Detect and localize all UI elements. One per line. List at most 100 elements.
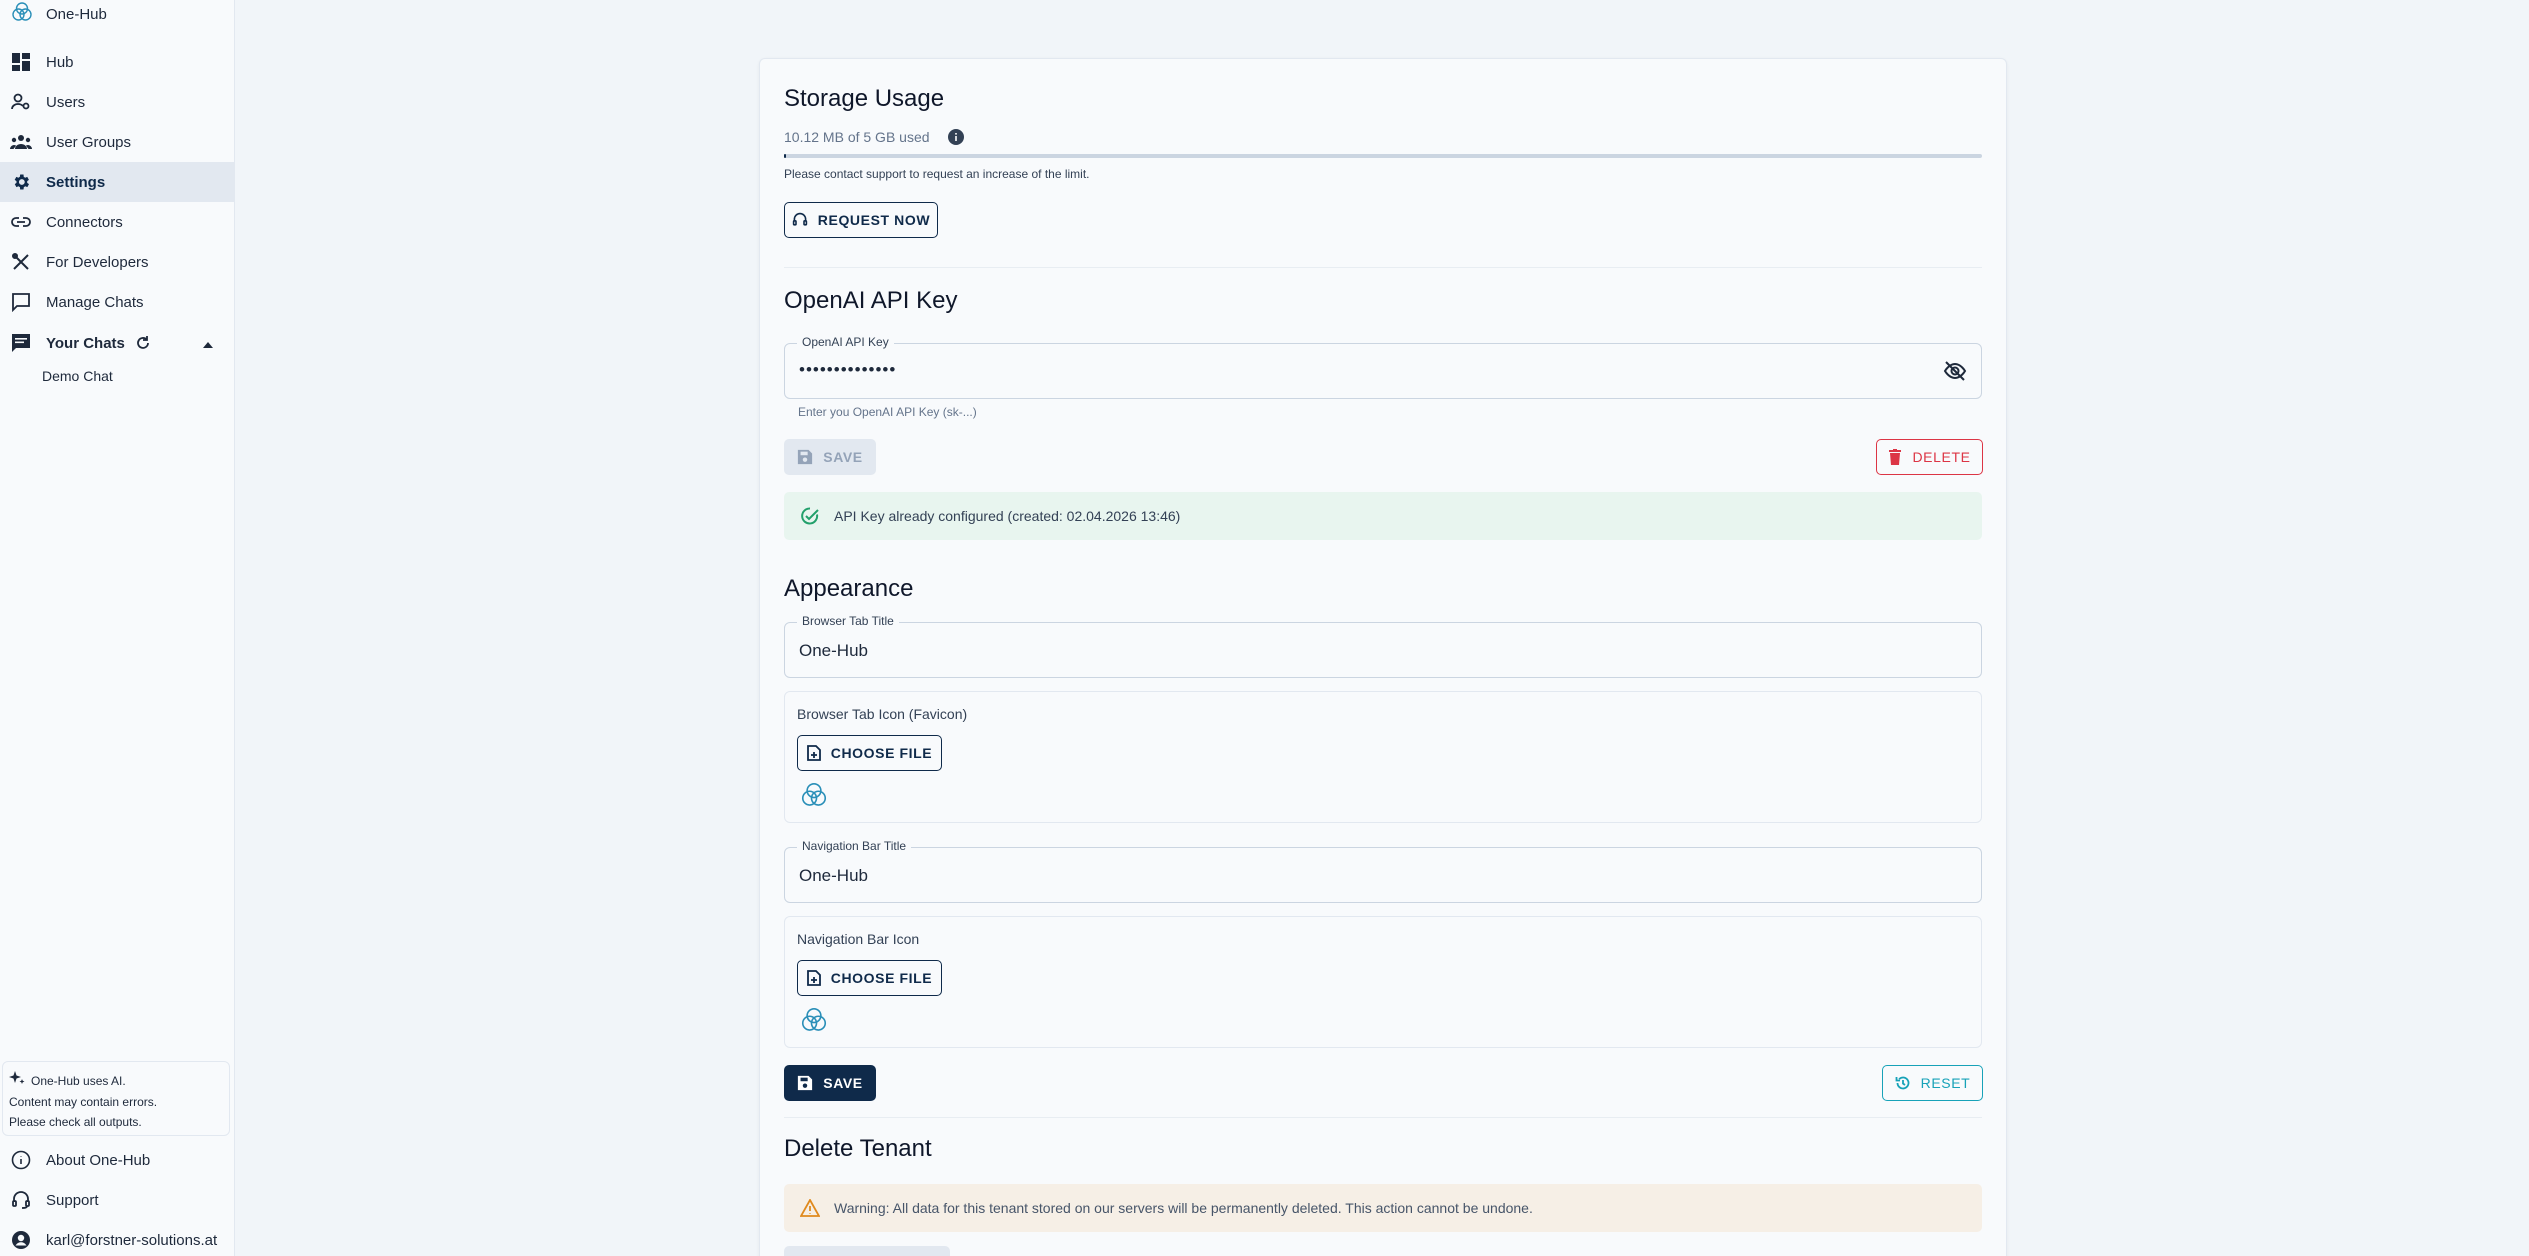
sidebar-item-label: Settings [46, 173, 106, 191]
ai-note-line3: Please check all outputs. [9, 1115, 142, 1129]
api-key-status-text: API Key already configured (created: 02.… [834, 508, 1181, 524]
brand[interactable]: One-Hub [0, 0, 234, 28]
sidebar-item-user-groups[interactable]: User Groups [0, 122, 234, 162]
divider [784, 1117, 1982, 1118]
favicon-upload: Browser Tab Icon (Favicon) CHOOSE FILE [784, 691, 1982, 823]
info-icon [10, 1149, 32, 1171]
history-icon [1895, 1076, 1910, 1090]
choose-file-label: CHOOSE FILE [830, 970, 933, 986]
sidebar-item-about[interactable]: About One-Hub [0, 1140, 234, 1180]
chat-list-item[interactable]: Demo Chat [42, 368, 113, 384]
sidebar-item-hub[interactable]: Hub [0, 42, 234, 82]
delete-key-button[interactable]: DELETE [1876, 439, 1983, 475]
sidebar-item-support[interactable]: Support [0, 1180, 234, 1220]
brand-title: One-Hub [46, 5, 107, 23]
favicon-preview-icon [799, 780, 829, 815]
sidebar-item-label: Connectors [46, 213, 123, 231]
storage-progress-fill [784, 154, 787, 158]
storage-note: Please contact support to request an inc… [784, 167, 1090, 181]
one-hub-logo-icon [10, 0, 34, 29]
openai-key-helper: Enter you OpenAI API Key (sk-...) [798, 405, 977, 419]
nav-icon-preview-icon [799, 1005, 829, 1040]
openai-key-label: OpenAI API Key [797, 335, 894, 349]
headset-icon [10, 1189, 32, 1211]
openai-key-value: •••••••••••••• [799, 360, 897, 379]
account-circle-icon [10, 1229, 32, 1251]
delete-key-label: DELETE [1912, 449, 1971, 465]
nav-icon-upload: Navigation Bar Icon CHOOSE FILE [784, 916, 1982, 1048]
favicon-label: Browser Tab Icon (Favicon) [797, 706, 968, 722]
reset-appearance-button[interactable]: RESET [1882, 1065, 1983, 1101]
sidebar-item-users[interactable]: Users [0, 82, 234, 122]
storage-title: Storage Usage [784, 85, 945, 112]
delete-tenant-button[interactable] [784, 1246, 950, 1256]
save-appearance-label: SAVE [823, 1075, 863, 1091]
gear-icon [10, 171, 32, 193]
sidebar-item-account[interactable]: karl@forstner-solutions.at [0, 1220, 234, 1256]
nav-bar-title-field[interactable]: Navigation Bar Title One-Hub [784, 839, 1982, 903]
chevron-up-icon[interactable] [202, 336, 214, 354]
sidebar: One-Hub Hub Users User Groups Settings C… [0, 0, 235, 1256]
choose-file-label: CHOOSE FILE [830, 745, 933, 761]
request-now-button[interactable]: REQUEST NOW [784, 202, 938, 238]
save-key-label: SAVE [823, 449, 863, 465]
groups-icon [10, 131, 32, 153]
headset-icon [792, 212, 807, 226]
storage-usage-text: 10.12 MB of 5 GB used [784, 129, 930, 145]
storage-progress-bar [784, 154, 1982, 158]
save-icon [798, 1075, 813, 1091]
link-icon [10, 211, 32, 233]
info-icon[interactable] [947, 129, 964, 145]
ai-note-line1: One-Hub uses AI. [31, 1074, 126, 1088]
warning-triangle-icon [800, 1199, 820, 1217]
sidebar-item-label: Manage Chats [46, 293, 144, 311]
settings-card: Storage Usage 10.12 MB of 5 GB used Plea… [759, 58, 2007, 1256]
choose-nav-icon-button[interactable]: CHOOSE FILE [797, 960, 942, 996]
sidebar-item-label: User Groups [46, 133, 132, 151]
sidebar-item-for-developers[interactable]: For Developers [0, 242, 234, 282]
save-icon [798, 449, 813, 465]
sidebar-item-label: About One-Hub [46, 1151, 151, 1169]
save-appearance-button[interactable]: SAVE [784, 1065, 876, 1101]
ai-disclaimer: One-Hub uses AI. Content may contain err… [2, 1061, 230, 1136]
file-icon [806, 745, 821, 761]
openai-title: OpenAI API Key [784, 287, 958, 314]
sparkle-icon [9, 1070, 25, 1092]
nav-icon-label: Navigation Bar Icon [797, 931, 920, 947]
browser-tab-title-value: One-Hub [799, 641, 868, 660]
your-chats-label: Your Chats [46, 334, 125, 352]
browser-tab-title-label: Browser Tab Title [797, 614, 899, 628]
reset-appearance-label: RESET [1920, 1075, 1971, 1091]
storage-usage-row: 10.12 MB of 5 GB used [784, 129, 964, 145]
sidebar-item-label: Hub [46, 53, 74, 71]
delete-tenant-warning: Warning: All data for this tenant stored… [784, 1184, 1982, 1232]
api-key-status-alert: API Key already configured (created: 02.… [784, 492, 1982, 540]
check-circle-icon [800, 506, 820, 526]
save-key-button-disabled[interactable]: SAVE [784, 439, 876, 475]
chat-bubble-icon [10, 291, 32, 313]
request-now-label: REQUEST NOW [817, 212, 931, 228]
trash-icon [1889, 449, 1902, 465]
choose-favicon-button[interactable]: CHOOSE FILE [797, 735, 942, 771]
sidebar-section-your-chats[interactable]: Your Chats [0, 323, 234, 363]
delete-tenant-warning-text: Warning: All data for this tenant stored… [834, 1200, 1533, 1216]
refresh-icon[interactable] [135, 335, 151, 351]
openai-key-field[interactable]: OpenAI API Key •••••••••••••• [784, 335, 1982, 399]
delete-tenant-title: Delete Tenant [784, 1135, 932, 1162]
sidebar-item-label: Support [46, 1191, 99, 1209]
nav-bar-title-value: One-Hub [799, 866, 868, 885]
visibility-off-icon[interactable] [1943, 360, 1967, 387]
sidebar-item-label: For Developers [46, 253, 149, 271]
sidebar-item-label: karl@forstner-solutions.at [46, 1231, 218, 1249]
nav-bar-title-label: Navigation Bar Title [797, 839, 912, 853]
divider [784, 267, 1982, 268]
sidebar-item-manage-chats[interactable]: Manage Chats [0, 282, 234, 322]
sidebar-item-connectors[interactable]: Connectors [0, 202, 234, 242]
chat-lines-icon [10, 332, 32, 354]
file-icon [806, 970, 821, 986]
tools-icon [10, 251, 32, 273]
browser-tab-title-field[interactable]: Browser Tab Title One-Hub [784, 614, 1982, 678]
sidebar-item-label: Users [46, 93, 86, 111]
sidebar-item-settings[interactable]: Settings [0, 162, 234, 202]
appearance-title: Appearance [784, 575, 914, 602]
